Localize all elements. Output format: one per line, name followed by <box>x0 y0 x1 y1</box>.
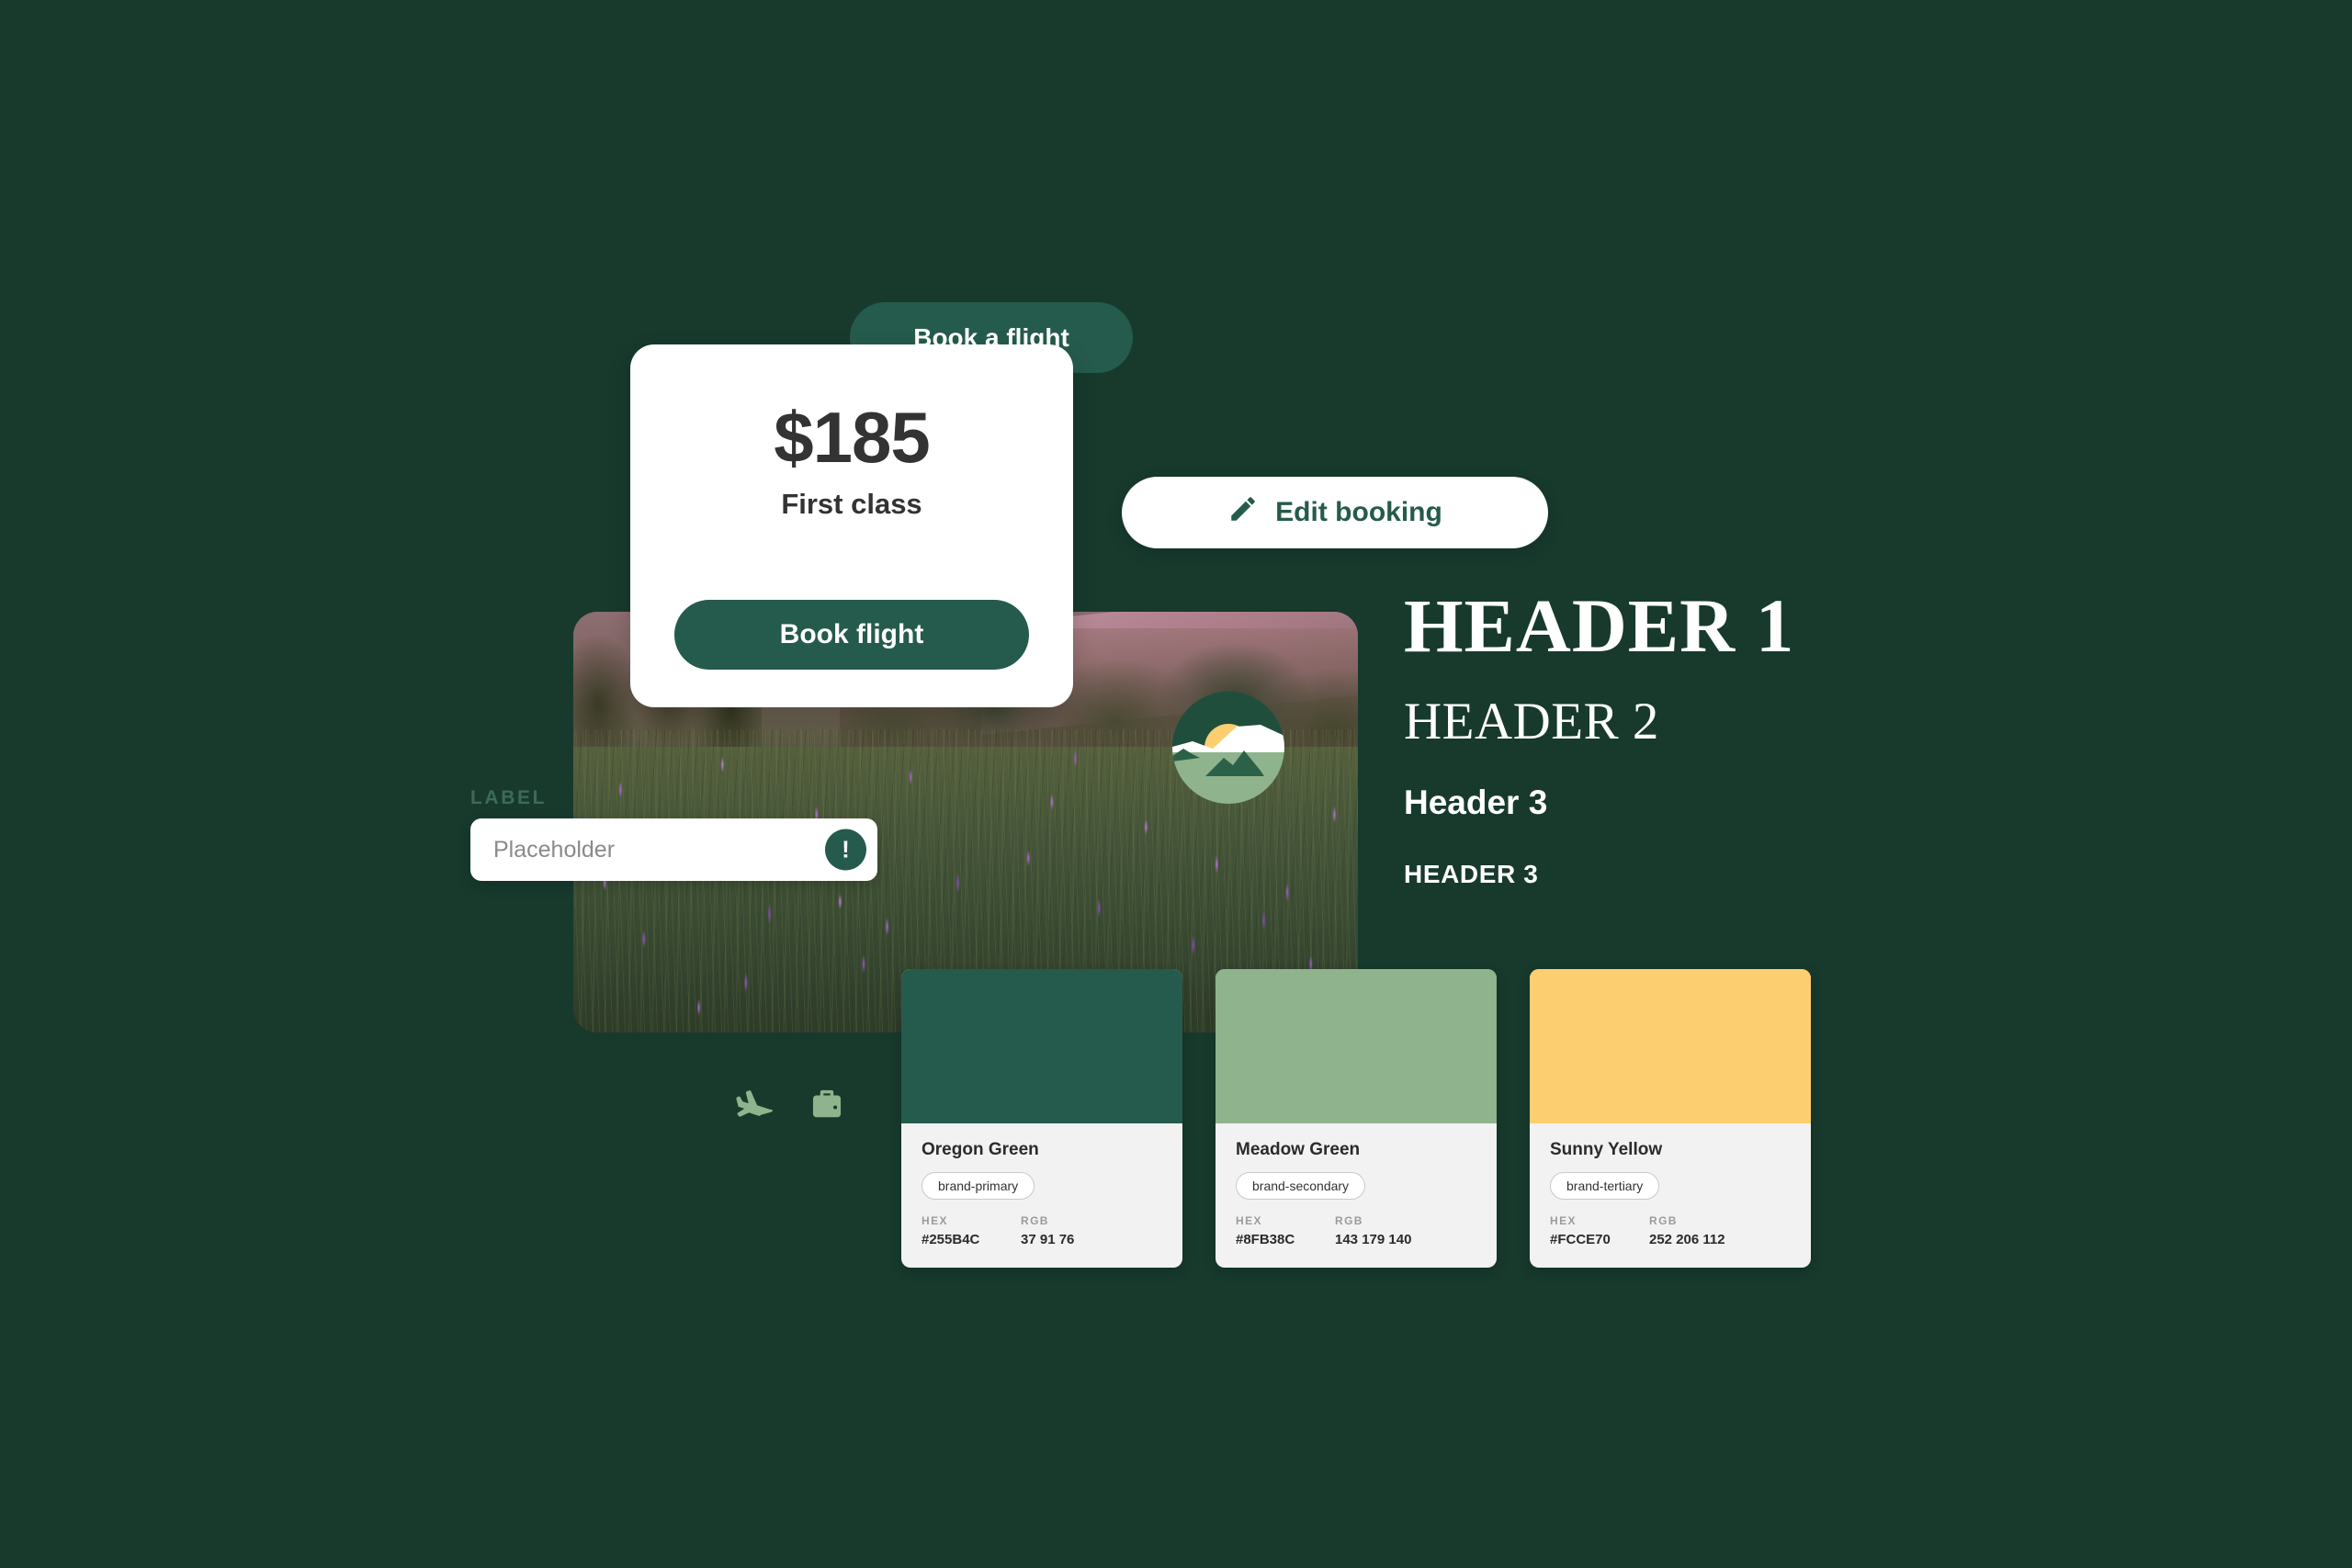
icon-row <box>733 1084 846 1131</box>
typography-specimen: HEADER 1 HEADER 2 Header 3 HEADER 3 <box>1404 588 1973 887</box>
swatch-hex-col: HEX #FCCE70 <box>1550 1214 1649 1247</box>
header-2-sample: HEADER 2 <box>1404 693 1659 750</box>
swatch-values: HEX #FCCE70 RGB 252 206 112 <box>1550 1214 1791 1247</box>
header-3-caps-sample: HEADER 3 <box>1404 860 1539 888</box>
swatch-hex-key: HEX <box>922 1214 948 1227</box>
swatch-card: Sunny Yellow brand-tertiary HEX #FCCE70 … <box>1530 969 1811 1268</box>
pencil-icon <box>1227 493 1259 532</box>
swatch-values: HEX #255B4C RGB 37 91 76 <box>922 1214 1162 1247</box>
swatch-color-fill <box>1216 969 1497 1123</box>
airplane-icon <box>733 1084 775 1131</box>
swatch-token-badge: brand-secondary <box>1236 1172 1366 1200</box>
exclamation-icon[interactable]: ! <box>825 829 866 871</box>
form-field: LABEL ! <box>470 787 877 881</box>
swatch-rgb-key: RGB <box>1021 1214 1049 1227</box>
swatch-card: Oregon Green brand-primary HEX #255B4C R… <box>901 969 1182 1268</box>
price-tier: First class <box>781 488 922 520</box>
swatch-color-fill <box>901 969 1182 1123</box>
swatch-token-badge: brand-tertiary <box>1550 1172 1660 1200</box>
swatch-hex-value: #255B4C <box>922 1232 980 1247</box>
swatch-hex-key: HEX <box>1550 1214 1577 1227</box>
field-label: LABEL <box>470 787 547 808</box>
edit-booking-label: Edit booking <box>1275 497 1442 527</box>
design-system-showcase: Book a flight $185 First class Book flig… <box>0 0 2352 1568</box>
swatch-hex-col: HEX #255B4C <box>922 1214 1021 1247</box>
swatch-hex-value: #8FB38C <box>1236 1232 1295 1247</box>
swatch-color-fill <box>1530 969 1811 1123</box>
swatch-token-badge: brand-primary <box>922 1172 1035 1200</box>
swatch-rgb-col: RGB 143 179 140 <box>1335 1214 1411 1247</box>
swatch-hex-key: HEX <box>1236 1214 1262 1227</box>
header-1-sample: HEADER 1 <box>1404 583 1795 668</box>
text-input[interactable] <box>492 835 798 864</box>
swatch-rgb-value: 37 91 76 <box>1021 1232 1075 1247</box>
color-swatch-row: Oregon Green brand-primary HEX #255B4C R… <box>901 969 1811 1268</box>
swatch-name: Sunny Yellow <box>1550 1140 1663 1159</box>
swatch-rgb-key: RGB <box>1649 1214 1678 1227</box>
swatch-rgb-col: RGB 37 91 76 <box>1021 1214 1074 1247</box>
field-box[interactable]: ! <box>470 818 877 881</box>
header-3-sample: Header 3 <box>1404 784 1548 821</box>
swatch-name: Meadow Green <box>1236 1140 1361 1159</box>
swatch-rgb-col: RGB 252 206 112 <box>1649 1214 1725 1247</box>
landscape-sunrise-logo <box>1172 692 1284 804</box>
swatch-info: Sunny Yellow brand-tertiary HEX #FCCE70 … <box>1530 1123 1811 1268</box>
swatch-rgb-value: 143 179 140 <box>1335 1232 1412 1247</box>
swatch-hex-col: HEX #8FB38C <box>1236 1214 1335 1247</box>
swatch-hex-value: #FCCE70 <box>1550 1232 1611 1247</box>
swatch-info: Meadow Green brand-secondary HEX #8FB38C… <box>1216 1123 1497 1268</box>
swatch-card: Meadow Green brand-secondary HEX #8FB38C… <box>1216 969 1497 1268</box>
swatch-rgb-key: RGB <box>1335 1214 1363 1227</box>
price-amount: $185 <box>774 397 931 478</box>
edit-booking-button[interactable]: Edit booking <box>1122 477 1548 548</box>
swatch-rgb-value: 252 206 112 <box>1649 1232 1725 1247</box>
price-card: $185 First class Book flight <box>630 344 1073 707</box>
book-flight-button[interactable]: Book flight <box>674 600 1029 670</box>
swatch-info: Oregon Green brand-primary HEX #255B4C R… <box>901 1123 1182 1268</box>
swatch-values: HEX #8FB38C RGB 143 179 140 <box>1236 1214 1476 1247</box>
suitcase-icon <box>808 1086 846 1129</box>
swatch-name: Oregon Green <box>922 1140 1039 1159</box>
